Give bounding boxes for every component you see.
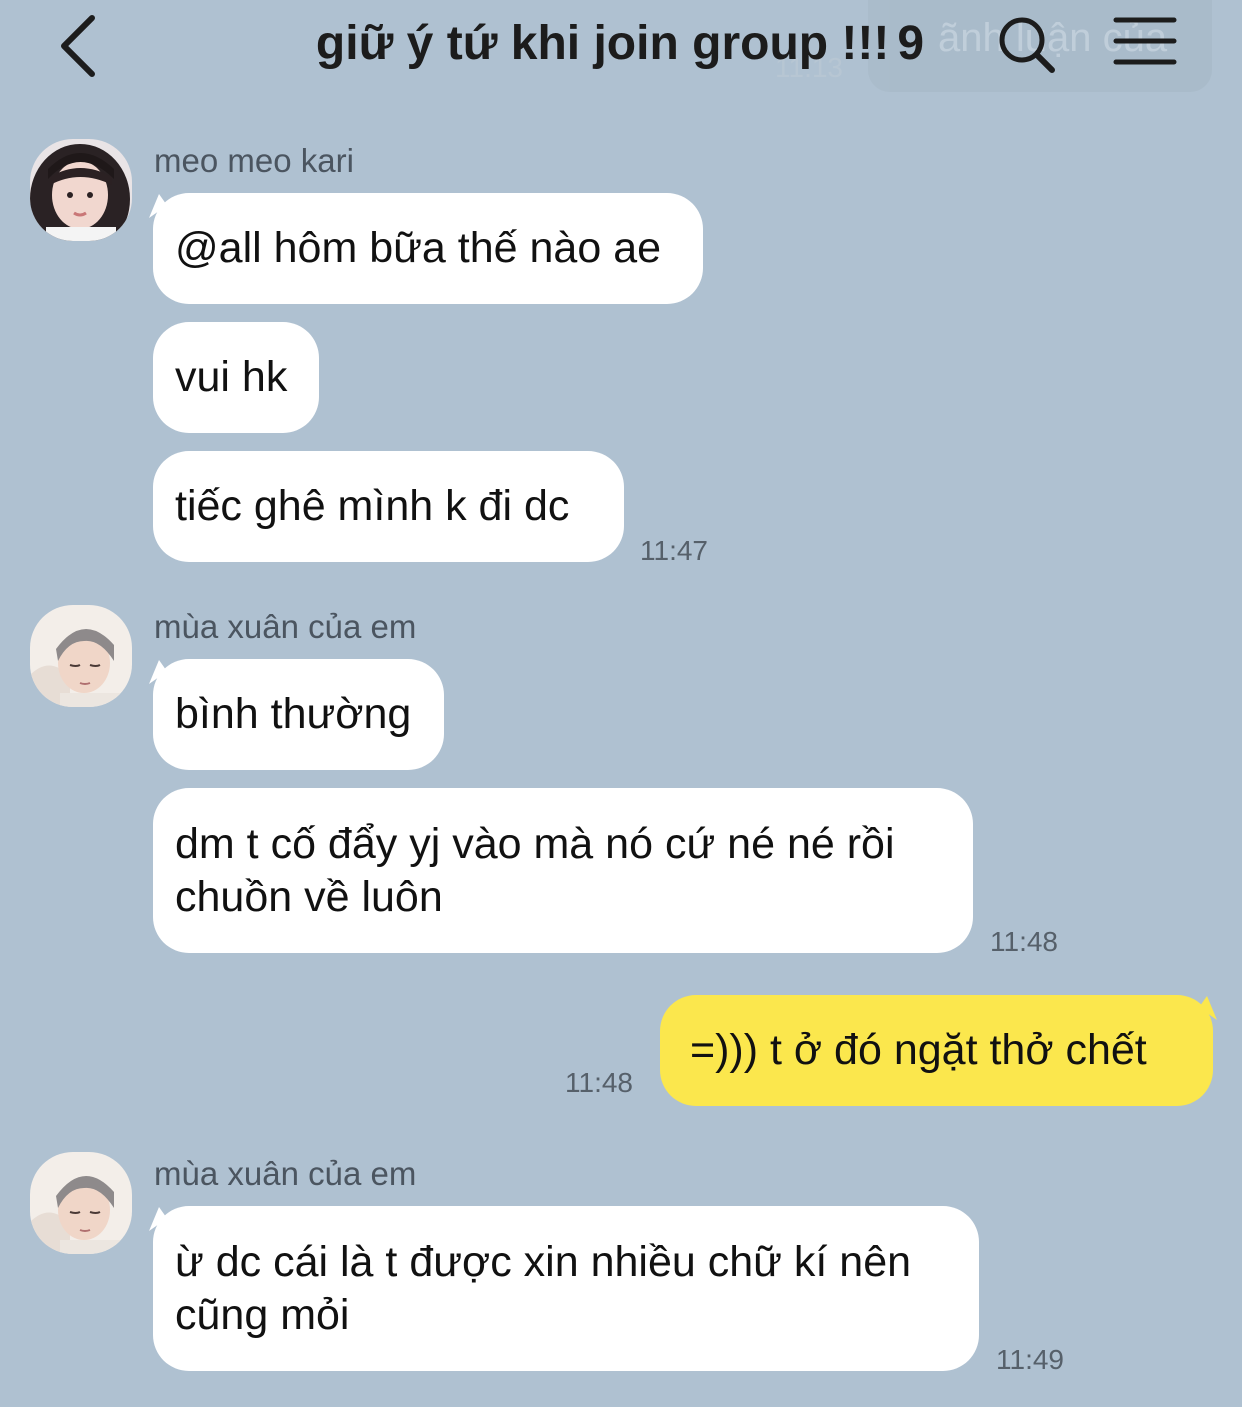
avatar[interactable] — [30, 605, 132, 707]
message-bubble[interactable]: ừ dc cái là t được xin nhiều chữ kí nên … — [153, 1206, 979, 1371]
menu-button[interactable] — [1112, 14, 1178, 70]
sender-name: meo meo kari — [154, 142, 354, 179]
message-text: @all hôm bữa thế nào ae — [175, 224, 662, 272]
message-timestamp: 11:48 — [990, 926, 1058, 957]
message-bubble[interactable]: tiếc ghê mình k đi dc — [153, 451, 624, 562]
avatar-photo-boy — [30, 1152, 132, 1254]
chat-title: giữ ý tứ khi join group !!! 9 — [250, 16, 990, 71]
sender-name: mùa xuân của em — [154, 1155, 417, 1192]
chat-header: ãnh luận của 11:13 giữ ý tứ khi join gro… — [0, 0, 1242, 110]
sender-name: mùa xuân của em — [154, 608, 417, 645]
message-text-line: ừ dc cái là t được xin nhiều chữ kí nên — [175, 1237, 912, 1286]
message-text: bình thường — [175, 690, 412, 738]
message-text: vui hk — [175, 353, 288, 401]
message-text-line: chuồn về luôn — [175, 872, 443, 921]
member-count: 9 — [897, 17, 925, 70]
message-timestamp: 11:49 — [996, 1344, 1064, 1375]
avatar[interactable] — [30, 139, 132, 241]
search-button[interactable] — [994, 12, 1060, 78]
my-message-bubble[interactable]: =))) t ở đó ngặt thở chết — [660, 995, 1213, 1106]
avatar-photo-girl — [30, 139, 132, 241]
message-bubble[interactable]: @all hôm bữa thế nào ae — [153, 193, 703, 304]
message-bubble[interactable]: bình thường — [153, 659, 444, 770]
message-bubble[interactable]: dm t cố đẩy yj vào mà nó cứ né né rồi ch… — [153, 788, 973, 953]
message-timestamp: 11:48 — [565, 1067, 633, 1098]
search-icon — [999, 17, 1055, 73]
chevron-left-icon — [61, 15, 95, 77]
avatar-photo-boy — [30, 605, 132, 707]
group-name: giữ ý tứ khi join group !!! — [315, 17, 890, 70]
back-button[interactable] — [50, 10, 110, 80]
message-text-line: dm t cố đẩy yj vào mà nó cứ né né rồi — [175, 819, 895, 868]
message-bubble[interactable]: vui hk — [153, 322, 319, 433]
menu-icon — [1113, 17, 1177, 65]
message-text: tiếc ghê mình k đi dc — [175, 482, 570, 530]
avatar[interactable] — [30, 1152, 132, 1254]
message-text-line: cũng mỏi — [175, 1290, 350, 1339]
message-text: =))) t ở đó ngặt thở chết — [690, 1026, 1147, 1074]
message-timestamp: 11:47 — [640, 535, 708, 566]
